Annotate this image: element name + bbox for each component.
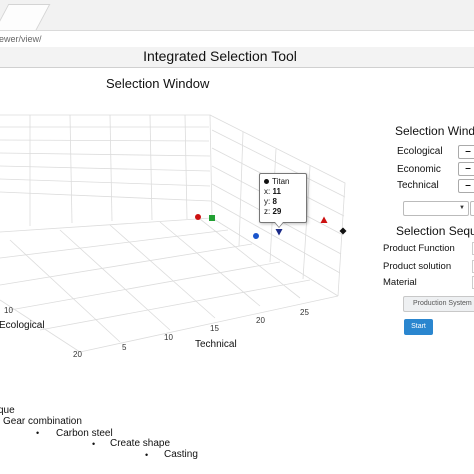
tooltip-name: Titan bbox=[272, 177, 290, 186]
tree-item-gear-combination[interactable]: Gear combination bbox=[3, 416, 82, 427]
x-tick-5: 5 bbox=[122, 343, 127, 352]
x-axis-label: Technical bbox=[195, 339, 237, 350]
tree-bullet: • bbox=[92, 439, 96, 449]
criterion-technical-decrease-button[interactable]: – bbox=[458, 179, 474, 193]
x-tick-15: 15 bbox=[210, 324, 219, 333]
criterion-technical-label: Technical bbox=[397, 180, 439, 191]
tooltip-x-value: 11 bbox=[272, 187, 281, 196]
product-function-label: Product Function bbox=[383, 243, 455, 254]
tooltip-pointer-fill bbox=[275, 222, 283, 227]
scatter-point[interactable] bbox=[209, 215, 215, 221]
tooltip-y-value: 8 bbox=[272, 197, 277, 206]
criterion-ecological-label: Ecological bbox=[397, 146, 443, 157]
tree-bullet: • bbox=[36, 428, 40, 438]
scatter-point[interactable] bbox=[275, 229, 283, 236]
3d-scatter-chart[interactable]: 5 10 15 20 25 20 10 Ecological Technical bbox=[0, 100, 380, 360]
tooltip-y-label: y: bbox=[264, 197, 271, 206]
z-tick-10: 10 bbox=[4, 306, 13, 315]
criterion-ecological-decrease-button[interactable]: – bbox=[458, 145, 474, 159]
tree-bullet: • bbox=[145, 450, 149, 460]
x-tick-10: 10 bbox=[164, 333, 173, 342]
tooltip-z-label: z: bbox=[264, 207, 271, 216]
browser-tab-bar bbox=[0, 0, 474, 31]
sequence-panel-title: Selection Sequ bbox=[396, 224, 474, 238]
z-axis-label: Ecological bbox=[0, 320, 45, 331]
criterion-economic-decrease-button[interactable]: – bbox=[458, 162, 474, 176]
material-label: Material bbox=[383, 277, 417, 288]
app-title: Integrated Selection Tool bbox=[143, 48, 297, 64]
tree-item-carbon-steel[interactable]: Carbon steel bbox=[56, 428, 113, 439]
start-button[interactable]: Start bbox=[404, 319, 433, 335]
x-tick-25: 25 bbox=[300, 308, 309, 317]
scatter-point[interactable] bbox=[195, 214, 201, 220]
address-bar-text: ewer/view/ bbox=[0, 34, 42, 44]
y-tick-20: 20 bbox=[73, 350, 82, 359]
chevron-down-icon: ▼ bbox=[459, 205, 465, 211]
selection-window-title: Selection Window bbox=[106, 76, 210, 91]
browser-tab[interactable] bbox=[0, 4, 51, 31]
x-tick-20: 20 bbox=[256, 316, 265, 325]
tooltip-x-label: x: bbox=[264, 187, 271, 196]
tooltip-series-dot bbox=[264, 179, 269, 184]
address-bar[interactable]: ewer/view/ bbox=[0, 30, 474, 48]
chart-grid bbox=[0, 114, 346, 353]
point-tooltip: Titan x: 11 y: 8 z: 29 bbox=[259, 173, 307, 223]
product-solution-label: Product solution bbox=[383, 261, 452, 272]
scatter-point[interactable] bbox=[253, 233, 259, 239]
tree-item-casting[interactable]: Casting bbox=[164, 449, 198, 460]
weights-panel-title: Selection Wind bbox=[395, 124, 474, 138]
scatter-point[interactable] bbox=[320, 216, 328, 224]
tree-item-create-shape[interactable]: Create shape bbox=[110, 438, 170, 449]
criterion-economic-label: Economic bbox=[397, 164, 441, 175]
production-system-select[interactable]: Production System bbox=[403, 296, 474, 312]
tree-item-root[interactable]: que bbox=[0, 405, 15, 416]
selection-dropdown[interactable]: ▼ bbox=[403, 201, 469, 216]
secondary-dropdown[interactable] bbox=[470, 201, 474, 216]
tooltip-z-value: 29 bbox=[272, 207, 282, 216]
